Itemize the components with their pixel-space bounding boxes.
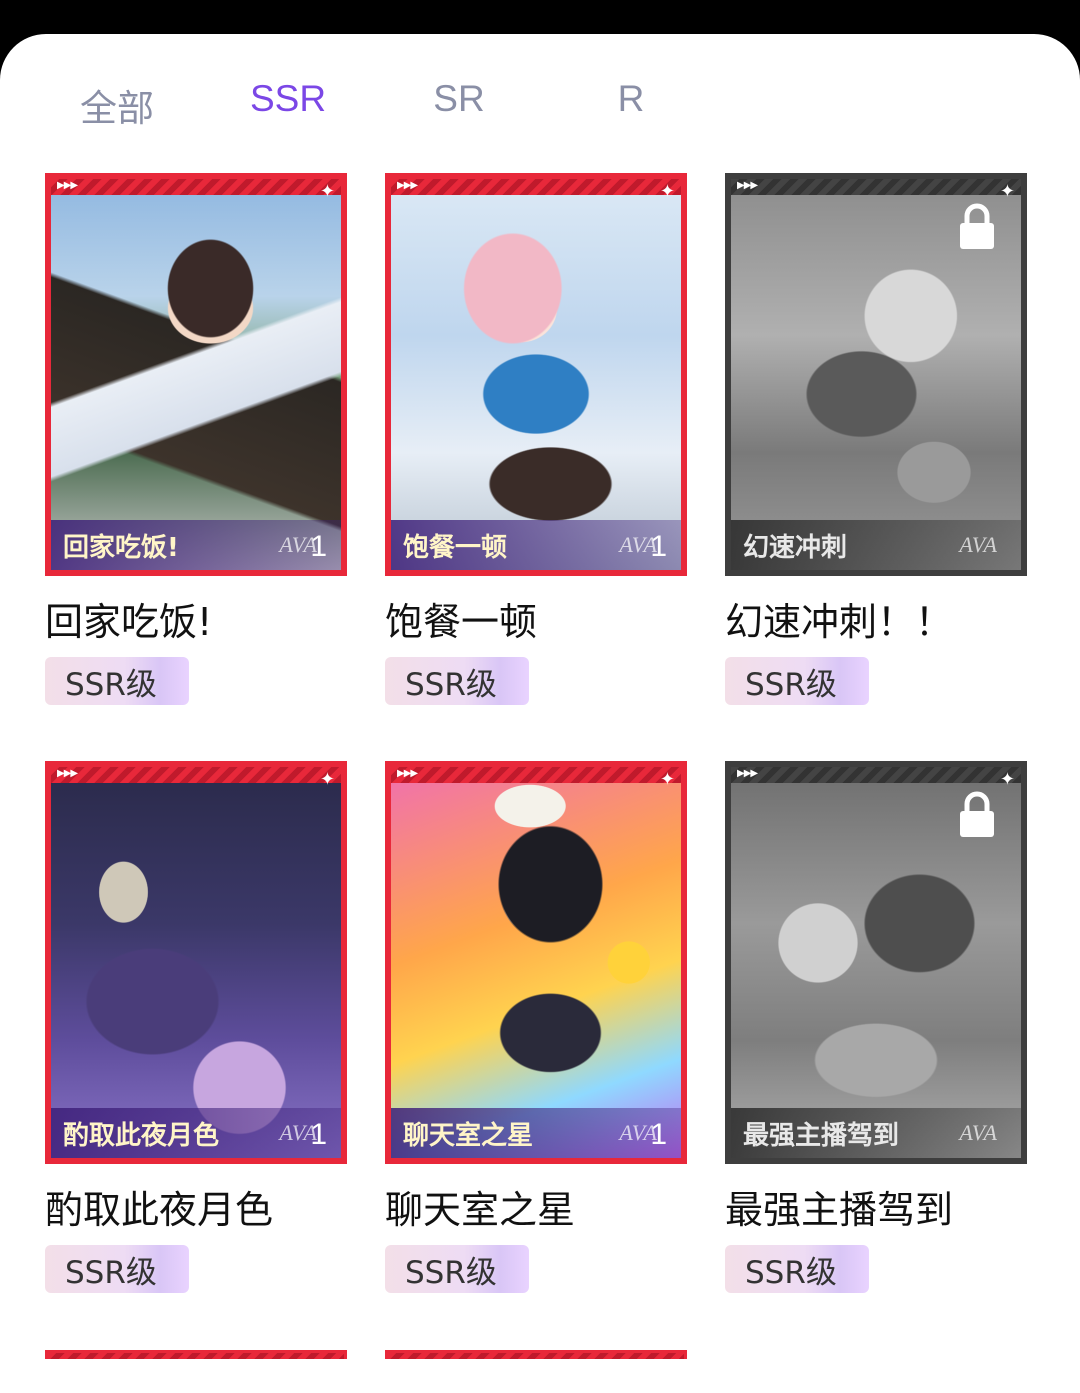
tab-sr[interactable]: SR (433, 78, 484, 120)
card-name: 回家吃饭! (45, 600, 213, 644)
arrows-icon: ▶▶▶ (397, 180, 418, 191)
rarity-badge: SSR级 (725, 1245, 869, 1293)
sparkle-icon: ✦ (319, 769, 335, 790)
sparkle-icon: ✦ (319, 181, 335, 202)
sparkle-icon: ✦ (659, 769, 675, 790)
rarity-badge: SSR级 (385, 657, 529, 705)
rarity-badge: SSR级 (45, 1245, 189, 1293)
arrows-icon: ▶▶▶ (397, 768, 418, 779)
card-item[interactable]: ▶▶▶ ✦ 最强主播驾到 AVA 最强主播驾到 SSR级 (725, 761, 1027, 1301)
tab-all[interactable]: 全部 (80, 78, 154, 132)
frame-stripe (51, 767, 341, 783)
signature: AVA (959, 1120, 997, 1145)
card-thumbnail[interactable]: ▶▶▶ ✦ 饱餐一顿 AVA 1 (385, 173, 687, 576)
frame-stripe (391, 767, 681, 783)
card-item-partial[interactable] (45, 1350, 347, 1359)
card-item[interactable]: ▶▶▶ ✦ 饱餐一顿 AVA 1 饱餐一顿 SSR级 (385, 173, 687, 713)
lock-icon (960, 791, 994, 837)
card-thumbnail-locked[interactable]: ▶▶▶ ✦ 最强主播驾到 AVA (725, 761, 1027, 1164)
rarity-badge: SSR级 (385, 1245, 529, 1293)
character-portrait (391, 179, 681, 570)
signature: AVA (959, 532, 997, 557)
sparkle-icon: ✦ (659, 181, 675, 202)
frame-stripe (731, 179, 1021, 195)
sparkle-icon: ✦ (999, 181, 1015, 202)
card-name: 最强主播驾到 (725, 1188, 954, 1232)
arrows-icon: ▶▶▶ (57, 768, 78, 779)
card-count: 1 (310, 1118, 327, 1151)
card-item[interactable]: ▶▶▶ ✦ 幻速冲刺 AVA 幻速冲刺！！ SSR级 (725, 173, 1027, 713)
frame-stripe (731, 767, 1021, 783)
tab-bar: 全部 SSR SR R (0, 34, 1080, 164)
card-count: 1 (650, 530, 667, 563)
card-count: 1 (650, 1118, 667, 1151)
lock-icon (960, 203, 994, 249)
arrows-icon: ▶▶▶ (737, 180, 758, 191)
card-item[interactable]: ▶▶▶ ✦ 聊天室之星 AVA 1 聊天室之星 SSR级 (385, 761, 687, 1301)
arrows-icon: ▶▶▶ (737, 768, 758, 779)
card-item[interactable]: ▶▶▶ ✦ 回家吃饭! AVA 1 回家吃饭! SSR级 (45, 173, 347, 713)
card-item-partial[interactable] (385, 1350, 687, 1359)
character-portrait (391, 767, 681, 1158)
card-name: 幻速冲刺！！ (725, 600, 954, 644)
card-thumbnail-locked[interactable]: ▶▶▶ ✦ 幻速冲刺 AVA (725, 173, 1027, 576)
card-name: 酌取此夜月色 (45, 1188, 274, 1232)
sparkle-icon: ✦ (999, 769, 1015, 790)
character-portrait (51, 767, 341, 1158)
card-item[interactable]: ▶▶▶ ✦ 酌取此夜月色 AVA 1 酌取此夜月色 SSR级 (45, 761, 347, 1301)
frame-stripe (391, 179, 681, 195)
rarity-badge: SSR级 (725, 657, 869, 705)
frame-stripe (51, 179, 341, 195)
tab-r[interactable]: R (618, 78, 645, 120)
character-portrait (51, 179, 341, 570)
card-thumbnail[interactable]: ▶▶▶ ✦ 回家吃饭! AVA 1 (45, 173, 347, 576)
rarity-badge: SSR级 (45, 657, 189, 705)
card-name: 聊天室之星 (385, 1188, 576, 1232)
card-name: 饱餐一顿 (385, 600, 538, 644)
tab-ssr[interactable]: SSR (250, 78, 326, 120)
card-thumbnail[interactable]: ▶▶▶ ✦ 酌取此夜月色 AVA 1 (45, 761, 347, 1164)
collection-sheet: 全部 SSR SR R ▶▶▶ ✦ 回家吃饭! AVA 1 回家吃饭! SSR级… (0, 34, 1080, 1393)
card-thumbnail[interactable]: ▶▶▶ ✦ 聊天室之星 AVA 1 (385, 761, 687, 1164)
arrows-icon: ▶▶▶ (57, 180, 78, 191)
card-count: 1 (310, 530, 327, 563)
